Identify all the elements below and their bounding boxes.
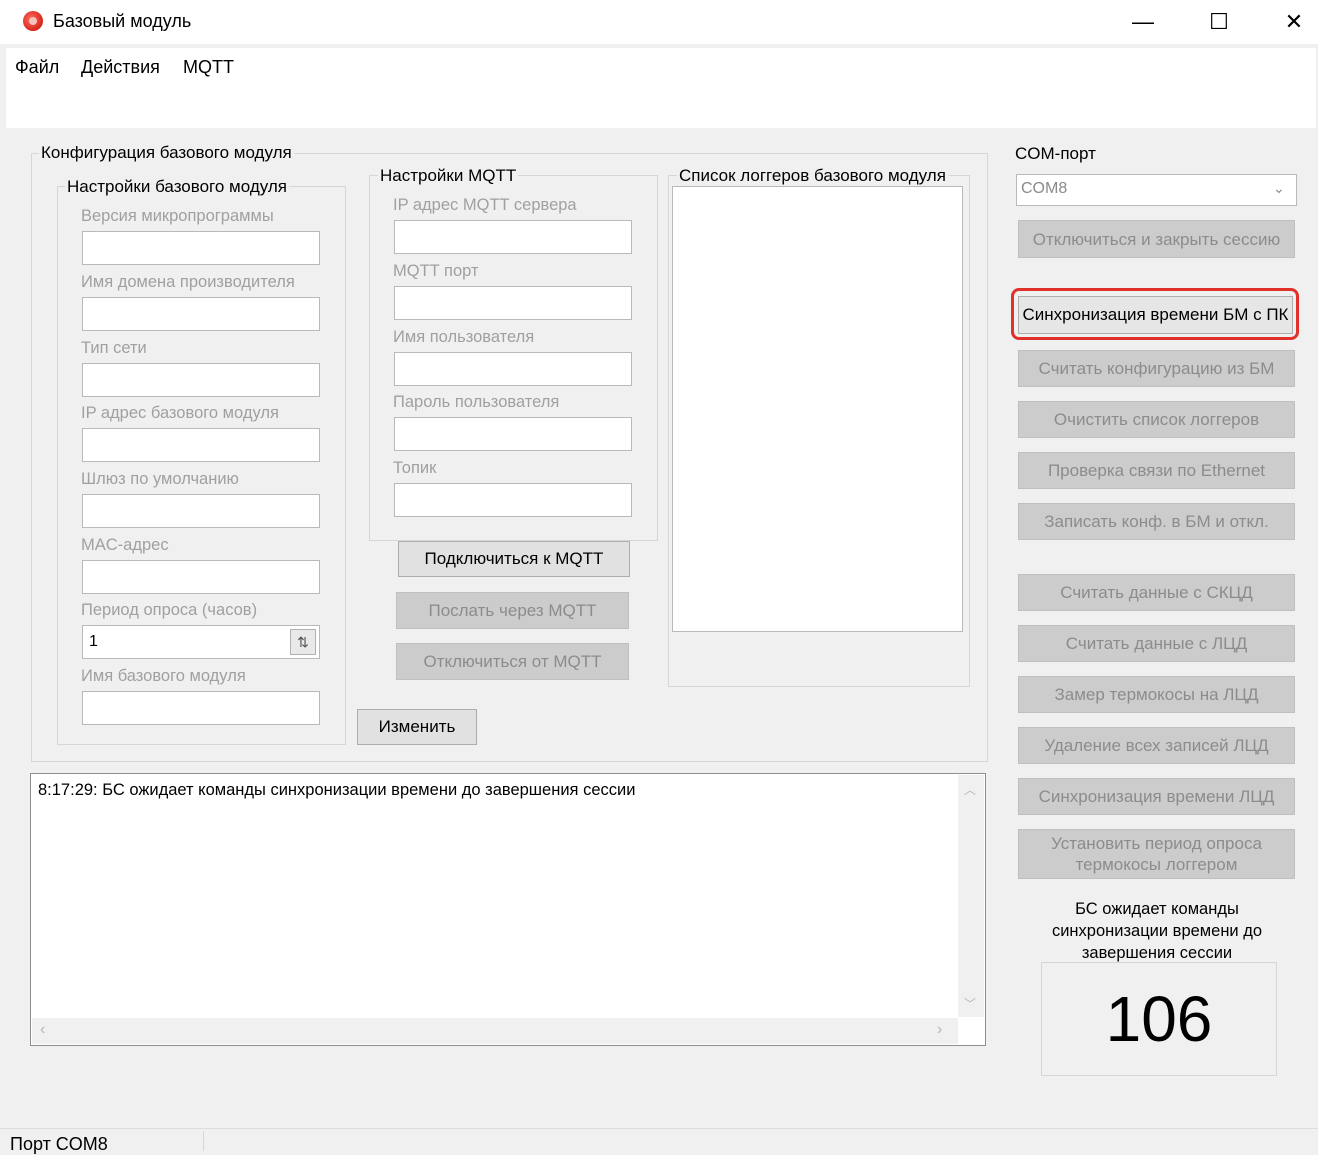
scroll-left-icon[interactable]: ‹ [40, 1021, 45, 1039]
com-port-label: COM-порт [1015, 144, 1096, 163]
mqtt-connect-button[interactable]: Подключиться к MQTT [398, 541, 630, 577]
mqtt-field-label: Имя пользователя [393, 328, 535, 346]
mqtt-field-label: IP адрес MQTT сервера [393, 196, 577, 214]
action-button[interactable]: Очистить список логгеров [1018, 401, 1295, 438]
mqtt-text-field[interactable] [394, 286, 632, 320]
field-label: MAC-адрес [81, 536, 169, 554]
logger-action-button[interactable]: Замер термокосы на ЛЦД [1018, 676, 1295, 713]
close-icon[interactable]: ✕ [1263, 0, 1318, 44]
window-title: Базовый модуль [53, 11, 192, 31]
mqtt-text-field[interactable] [394, 483, 632, 517]
maximize-icon[interactable]: ☐ [1188, 0, 1250, 44]
field-label: Шлюз по умолчанию [81, 470, 239, 488]
base-settings-title: Настройки базового модуля [65, 177, 289, 197]
mqtt-text-field[interactable] [394, 417, 632, 451]
text-field[interactable] [82, 231, 320, 265]
field-label: Тип сети [81, 339, 147, 357]
mqtt-disconnect-button[interactable]: Отключиться от MQTT [396, 643, 629, 680]
logger-action-button[interactable]: Синхронизация времени ЛЦД [1018, 778, 1295, 815]
status-port: Порт COM8 [10, 1134, 108, 1154]
logger-action-button[interactable]: Считать данные с СКЦД [1018, 574, 1295, 611]
log-line: 8:17:29: БС ожидает команды синхронизаци… [38, 781, 636, 799]
text-field[interactable] [82, 363, 320, 397]
field-label: Период опроса (часов) [81, 601, 258, 619]
field-value: 1 [89, 633, 98, 650]
com-port-select[interactable]: COM8 ⌄ [1016, 174, 1297, 206]
logger-action-button[interactable]: Установить период опроса термокосы логге… [1018, 829, 1295, 879]
period-stepper[interactable]: 1 ⇅ [82, 625, 320, 659]
logger-action-button[interactable]: Считать данные с ЛЦД [1018, 625, 1295, 662]
menu-actions[interactable]: Действия [81, 57, 160, 78]
action-button[interactable]: Записать конф. в БМ и откл. [1018, 503, 1295, 540]
com-port-value: COM8 [1021, 180, 1068, 197]
menu-file[interactable]: Файл [15, 57, 59, 78]
field-label: IP адрес базового модуля [81, 404, 279, 422]
action-button[interactable]: Считать конфигурацию из БМ [1018, 350, 1295, 387]
action-button[interactable]: Проверка связи по Ethernet [1018, 452, 1295, 489]
scroll-up-icon[interactable]: ︿ [964, 781, 976, 798]
scroll-down-icon[interactable]: ﹀ [964, 995, 976, 1012]
mqtt-settings-title: Настройки MQTT [378, 166, 519, 186]
config-group-title: Конфигурация базового модуля [39, 143, 294, 163]
logger-action-button[interactable]: Удаление всех записей ЛЦД [1018, 727, 1295, 764]
mqtt-field-label: MQTT порт [393, 262, 479, 280]
log-vertical-scrollbar[interactable]: ︿ ﹀ [958, 775, 984, 1017]
chevron-down-icon: ⌄ [1273, 180, 1285, 196]
field-label: Имя домена производителя [81, 273, 295, 291]
loggers-title: Список логгеров базового модуля [677, 166, 948, 186]
status-bar: Порт COM8 [0, 1128, 1318, 1154]
app-icon [23, 11, 43, 31]
field-label: Имя базового модуля [81, 667, 246, 685]
mqtt-field-label: Топик [393, 459, 437, 477]
mqtt-text-field[interactable] [394, 220, 632, 254]
log-box[interactable]: 8:17:29: БС ожидает команды синхронизаци… [30, 773, 986, 1046]
loggers-list[interactable] [672, 186, 963, 632]
text-field[interactable] [82, 297, 320, 331]
countdown-display: 106 [1041, 962, 1277, 1076]
minimize-icon[interactable]: — [1112, 0, 1174, 44]
mqtt-send-button[interactable]: Послать через MQTT [396, 592, 629, 629]
status-divider [203, 1131, 204, 1151]
status-message: БС ожидает команды синхронизации времени… [1051, 900, 1263, 962]
text-field[interactable] [82, 560, 320, 594]
menu-mqtt[interactable]: MQTT [183, 57, 234, 78]
text-field[interactable] [82, 494, 320, 528]
log-horizontal-scrollbar[interactable]: ‹ › [32, 1018, 958, 1044]
mqtt-field-label: Пароль пользователя [393, 393, 560, 411]
mqtt-text-field[interactable] [394, 352, 632, 386]
sync-time-bm-pc-button[interactable]: Синхронизация времени БМ с ПК [1018, 296, 1293, 334]
text-field[interactable] [82, 428, 320, 462]
text-field[interactable] [82, 691, 320, 725]
disconnect-session-button[interactable]: Отключиться и закрыть сессию [1018, 220, 1295, 258]
scroll-right-icon[interactable]: › [937, 1021, 942, 1039]
field-label: Версия микропрограммы [81, 207, 274, 225]
spin-icon[interactable]: ⇅ [290, 629, 316, 655]
base-settings-group [57, 186, 346, 745]
edit-button[interactable]: Изменить [357, 709, 477, 745]
